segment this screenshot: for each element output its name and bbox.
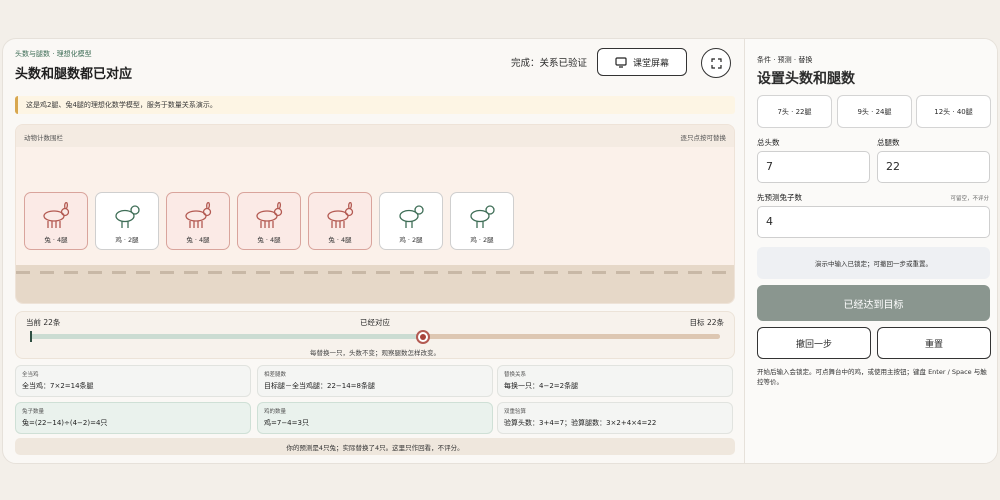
info-label: 全当鸡 xyxy=(22,372,39,378)
undo-button[interactable]: 撤回一步 xyxy=(757,327,871,359)
info-value: 鸡=7−4=3只 xyxy=(264,419,309,427)
chicken-card[interactable]: 鸡 · 2腿 xyxy=(379,192,443,250)
rabbit-icon xyxy=(256,202,283,228)
progress-note: 每替换一只，头数不变；观察腿数怎样改变。 xyxy=(310,349,440,357)
legs-progress: 当前 22条 已经对应 目标 22条 每替换一只，头数不变；观察腿数怎样改变。 xyxy=(15,311,735,359)
prediction-review: 你的预测是4只兔；实际替换了4只。这里只作回看，不评分。 xyxy=(15,438,735,455)
progress-status: 已经对应 xyxy=(360,318,390,327)
stage-header xyxy=(16,125,734,147)
info-label: 鸡的数量 xyxy=(264,409,287,415)
heads-input[interactable]: 7 xyxy=(757,151,870,183)
animal-label: 兔 · 4腿 xyxy=(257,236,281,244)
progress-knob xyxy=(416,330,431,344)
info-value: 全当鸡：7×2=14条腿 xyxy=(22,382,94,390)
info-double-check: 双重验算 验算头数：3+4=7；验算腿数：3×2+4×4=22 xyxy=(497,402,733,434)
info-swap: 替换关系 每换一只：4−2=2条腿 xyxy=(497,365,733,397)
sidebar-kicker: 条件 · 预测 · 替换 xyxy=(757,56,813,64)
progress-start-marker xyxy=(30,331,32,342)
info-rabbit-count: 兔子数量 兔=(22−14)÷(4−2)=4只 xyxy=(15,402,251,434)
app-window: 头数与腿数 · 理想化模型 头数和腿数都已对应 完成：关系已验证 课堂屏幕 这是… xyxy=(2,38,998,464)
rabbit-icon xyxy=(185,202,212,228)
animal-label: 兔 · 4腿 xyxy=(328,236,352,244)
classroom-screen-button[interactable]: 课堂屏幕 xyxy=(597,48,687,76)
info-value: 目标腿－全当鸡腿：22−14=8条腿 xyxy=(264,382,375,390)
chicken-card[interactable]: 鸡 · 2腿 xyxy=(450,192,514,250)
info-chicken-count: 鸡的数量 鸡=7−4=3只 xyxy=(257,402,493,434)
legs-input[interactable]: 22 xyxy=(877,151,990,183)
chicken-icon xyxy=(470,205,495,228)
rabbit-card[interactable]: 兔 · 4腿 xyxy=(166,192,230,250)
info-label: 兔子数量 xyxy=(22,409,45,415)
settings-sidebar: 条件 · 预测 · 替换 设置头数和腿数 7头 · 22腿 9头 · 24腿 1… xyxy=(744,39,997,463)
predict-hint: 可留空，不评分 xyxy=(950,196,989,202)
progress-rest xyxy=(423,334,720,339)
info-label: 相差腿数 xyxy=(264,372,287,378)
chicken-card[interactable]: 鸡 · 2腿 xyxy=(95,192,159,250)
progress-fill xyxy=(30,334,424,339)
progress-target: 目标 22条 xyxy=(689,318,724,327)
animal-label: 兔 · 4腿 xyxy=(186,236,210,244)
info-label: 双重验算 xyxy=(504,409,527,415)
fullscreen-icon xyxy=(710,57,722,69)
rabbit-card[interactable]: 兔 · 4腿 xyxy=(24,192,88,250)
heads-label: 总头数 xyxy=(757,138,780,147)
predict-label: 先预测兔子数 xyxy=(757,193,802,202)
rabbit-card[interactable]: 兔 · 4腿 xyxy=(237,192,301,250)
classroom-screen-label: 课堂屏幕 xyxy=(632,58,669,69)
rabbit-icon xyxy=(43,202,70,228)
preset-button-3[interactable]: 12头 · 40腿 xyxy=(916,95,991,128)
info-label: 替换关系 xyxy=(504,372,527,378)
rabbit-card[interactable]: 兔 · 4腿 xyxy=(308,192,372,250)
info-value: 兔=(22−14)÷(4−2)=4只 xyxy=(22,419,108,427)
main-panel: 头数与腿数 · 理想化模型 头数和腿数都已对应 完成：关系已验证 课堂屏幕 这是… xyxy=(3,39,743,463)
monitor-icon xyxy=(615,56,627,68)
predict-input[interactable]: 4 xyxy=(757,206,990,238)
animal-label: 鸡 · 2腿 xyxy=(470,236,494,244)
sidebar-title: 设置头数和腿数 xyxy=(757,71,855,87)
model-notice: 这是鸡2腿、兔4腿的理想化数学模型，服务于数量关系演示。 xyxy=(15,96,735,114)
reached-target-button[interactable]: 已经达到目标 xyxy=(757,285,990,321)
animal-label: 兔 · 4腿 xyxy=(44,236,68,244)
ground-dashes xyxy=(16,271,734,274)
rabbit-icon xyxy=(327,202,354,228)
stage-label: 动物计数围栏 xyxy=(24,134,63,142)
preset-button-1[interactable]: 7头 · 22腿 xyxy=(757,95,832,128)
preset-button-2[interactable]: 9头 · 24腿 xyxy=(837,95,912,128)
stage-hint: 逐只点按可替换 xyxy=(680,134,727,142)
progress-current: 当前 22条 xyxy=(26,318,61,327)
fullscreen-button[interactable] xyxy=(701,48,731,78)
animal-label: 鸡 · 2腿 xyxy=(115,236,139,244)
legs-label: 总腿数 xyxy=(877,138,900,147)
status-text: 完成：关系已验证 xyxy=(511,58,588,69)
info-all-chicken: 全当鸡 全当鸡：7×2=14条腿 xyxy=(15,365,251,397)
info-value: 每换一只：4−2=2条腿 xyxy=(504,382,579,390)
reset-button[interactable]: 重置 xyxy=(877,327,991,359)
lock-note: 演示中输入已锁定；可撤回一步或重置。 xyxy=(757,247,990,279)
chicken-icon xyxy=(399,205,424,228)
keyboard-note: 开始后输入会锁定。可点舞台中的鸡，或使用主按钮；键盘 Enter / Space… xyxy=(757,368,987,386)
progress-track xyxy=(30,334,720,339)
animal-stage: 动物计数围栏 逐只点按可替换 兔 · 4腿 鸡 · 2腿 兔 · 4腿 兔 · … xyxy=(15,124,735,304)
chicken-icon xyxy=(115,205,140,228)
info-value: 验算头数：3+4=7；验算腿数：3×2+4×4=22 xyxy=(504,419,657,427)
animal-label: 鸡 · 2腿 xyxy=(399,236,423,244)
info-leg-diff: 相差腿数 目标腿－全当鸡腿：22−14=8条腿 xyxy=(257,365,493,397)
